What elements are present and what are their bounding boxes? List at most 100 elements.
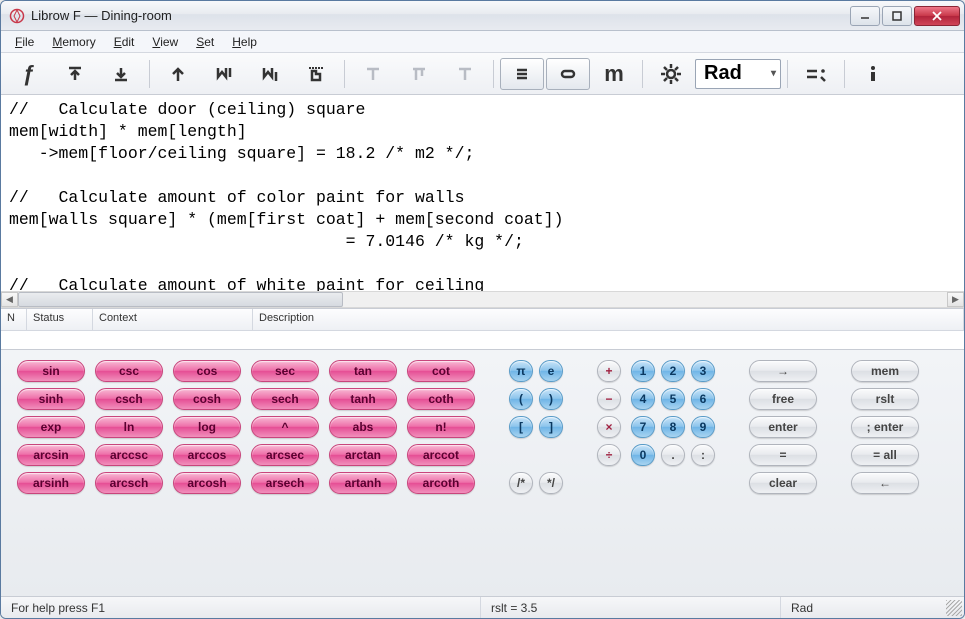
tb-t2-icon[interactable] xyxy=(397,58,441,90)
maximize-button[interactable] xyxy=(882,6,912,26)
tb-list-icon[interactable] xyxy=(500,58,544,90)
btn-mul[interactable]: × xyxy=(597,416,621,438)
btn-arcsch[interactable]: arcsch xyxy=(95,472,163,494)
tb-gear-icon[interactable] xyxy=(649,58,693,90)
btn-sech[interactable]: sech xyxy=(251,388,319,410)
tb-hat-icon[interactable] xyxy=(156,58,200,90)
close-button[interactable] xyxy=(914,6,960,26)
btn-abs[interactable]: abs xyxy=(329,416,397,438)
btn-arccos[interactable]: arccos xyxy=(173,444,241,466)
btn-fact[interactable]: n! xyxy=(407,416,475,438)
menu-view[interactable]: View xyxy=(144,33,186,51)
btn-csc[interactable]: csc xyxy=(95,360,163,382)
btn-eq[interactable]: = xyxy=(749,444,817,466)
btn-comment-open[interactable]: /* xyxy=(509,472,533,494)
th-status[interactable]: Status xyxy=(27,309,93,330)
th-description[interactable]: Description xyxy=(253,309,964,330)
btn-arccot[interactable]: arccot xyxy=(407,444,475,466)
tb-m-icon[interactable]: m xyxy=(592,58,636,90)
tb-t1-icon[interactable] xyxy=(351,58,395,90)
btn-arsinh[interactable]: arsinh xyxy=(17,472,85,494)
tb-down-icon[interactable] xyxy=(99,58,143,90)
menu-file[interactable]: File xyxy=(7,33,42,51)
btn-div[interactable]: ÷ xyxy=(597,444,621,466)
menu-memory[interactable]: Memory xyxy=(44,33,103,51)
btn-rparen[interactable]: ) xyxy=(539,388,563,410)
tb-m-down-icon[interactable] xyxy=(202,58,246,90)
btn-coth[interactable]: coth xyxy=(407,388,475,410)
btn-5[interactable]: 5 xyxy=(661,388,685,410)
btn-lbracket[interactable]: [ xyxy=(509,416,533,438)
btn-0[interactable]: 0 xyxy=(631,444,655,466)
code-editor[interactable]: // Calculate door (ceiling) square mem[w… xyxy=(1,95,964,291)
btn-6[interactable]: 6 xyxy=(691,388,715,410)
btn-log[interactable]: log xyxy=(173,416,241,438)
tb-m-down2-icon[interactable] xyxy=(248,58,292,90)
btn-rbracket[interactable]: ] xyxy=(539,416,563,438)
btn-tan[interactable]: tan xyxy=(329,360,397,382)
btn-csch[interactable]: csch xyxy=(95,388,163,410)
minimize-button[interactable] xyxy=(850,6,880,26)
btn-e[interactable]: e xyxy=(539,360,563,382)
btn-cosh[interactable]: cosh xyxy=(173,388,241,410)
btn-mem[interactable]: mem xyxy=(851,360,919,382)
btn-arcosh[interactable]: arcosh xyxy=(173,472,241,494)
btn-comment-close[interactable]: */ xyxy=(539,472,563,494)
btn-pow[interactable]: ^ xyxy=(251,416,319,438)
btn-arcoth[interactable]: arcoth xyxy=(407,472,475,494)
btn-cot[interactable]: cot xyxy=(407,360,475,382)
btn-sec[interactable]: sec xyxy=(251,360,319,382)
resize-grip-icon[interactable] xyxy=(946,600,962,616)
btn-arccsc[interactable]: arccsc xyxy=(95,444,163,466)
btn-ln[interactable]: ln xyxy=(95,416,163,438)
btn-4[interactable]: 4 xyxy=(631,388,655,410)
btn-pi[interactable]: π xyxy=(509,360,533,382)
scroll-left-button[interactable]: ◀ xyxy=(1,292,18,307)
tb-up-icon[interactable] xyxy=(53,58,97,90)
btn-clear[interactable]: clear xyxy=(749,472,817,494)
scroll-thumb[interactable] xyxy=(18,292,343,307)
btn-exp[interactable]: exp xyxy=(17,416,85,438)
tb-t3-icon[interactable] xyxy=(443,58,487,90)
menu-help[interactable]: Help xyxy=(224,33,265,51)
scroll-right-button[interactable]: ▶ xyxy=(947,292,964,307)
btn-arsech[interactable]: arsech xyxy=(251,472,319,494)
btn-arctan[interactable]: arctan xyxy=(329,444,397,466)
btn-2[interactable]: 2 xyxy=(661,360,685,382)
btn-tanh[interactable]: tanh xyxy=(329,388,397,410)
btn-colon[interactable]: : xyxy=(691,444,715,466)
btn-sin[interactable]: sin xyxy=(17,360,85,382)
btn-arrow[interactable]: → xyxy=(749,360,817,382)
btn-arcsin[interactable]: arcsin xyxy=(17,444,85,466)
tb-oval-icon[interactable] xyxy=(546,58,590,90)
btn-artanh[interactable]: artanh xyxy=(329,472,397,494)
tb-f-icon[interactable]: ƒ xyxy=(7,58,51,90)
th-context[interactable]: Context xyxy=(93,309,253,330)
scroll-track[interactable] xyxy=(18,292,947,307)
btn-lparen[interactable]: ( xyxy=(509,388,533,410)
btn-free[interactable]: free xyxy=(749,388,817,410)
th-n[interactable]: N xyxy=(1,309,27,330)
btn-3[interactable]: 3 xyxy=(691,360,715,382)
btn-back[interactable]: ← xyxy=(851,472,919,494)
horizontal-scrollbar[interactable]: ◀ ▶ xyxy=(1,291,964,308)
btn-1[interactable]: 1 xyxy=(631,360,655,382)
btn-minus[interactable]: − xyxy=(597,388,621,410)
btn-cos[interactable]: cos xyxy=(173,360,241,382)
btn-semi-enter[interactable]: ; enter xyxy=(851,416,919,438)
btn-eq-all[interactable]: = all xyxy=(851,444,919,466)
tb-p-icon[interactable] xyxy=(294,58,338,90)
btn-arcsec[interactable]: arcsec xyxy=(251,444,319,466)
menu-set[interactable]: Set xyxy=(188,33,222,51)
btn-enter[interactable]: enter xyxy=(749,416,817,438)
btn-8[interactable]: 8 xyxy=(661,416,685,438)
tb-info-icon[interactable] xyxy=(851,58,895,90)
btn-rslt[interactable]: rslt xyxy=(851,388,919,410)
angle-mode-combo[interactable]: Rad▾ xyxy=(695,59,781,89)
btn-dot[interactable]: . xyxy=(661,444,685,466)
btn-7[interactable]: 7 xyxy=(631,416,655,438)
btn-sinh[interactable]: sinh xyxy=(17,388,85,410)
btn-9[interactable]: 9 xyxy=(691,416,715,438)
tb-assign-icon[interactable] xyxy=(794,58,838,90)
menu-edit[interactable]: Edit xyxy=(106,33,143,51)
